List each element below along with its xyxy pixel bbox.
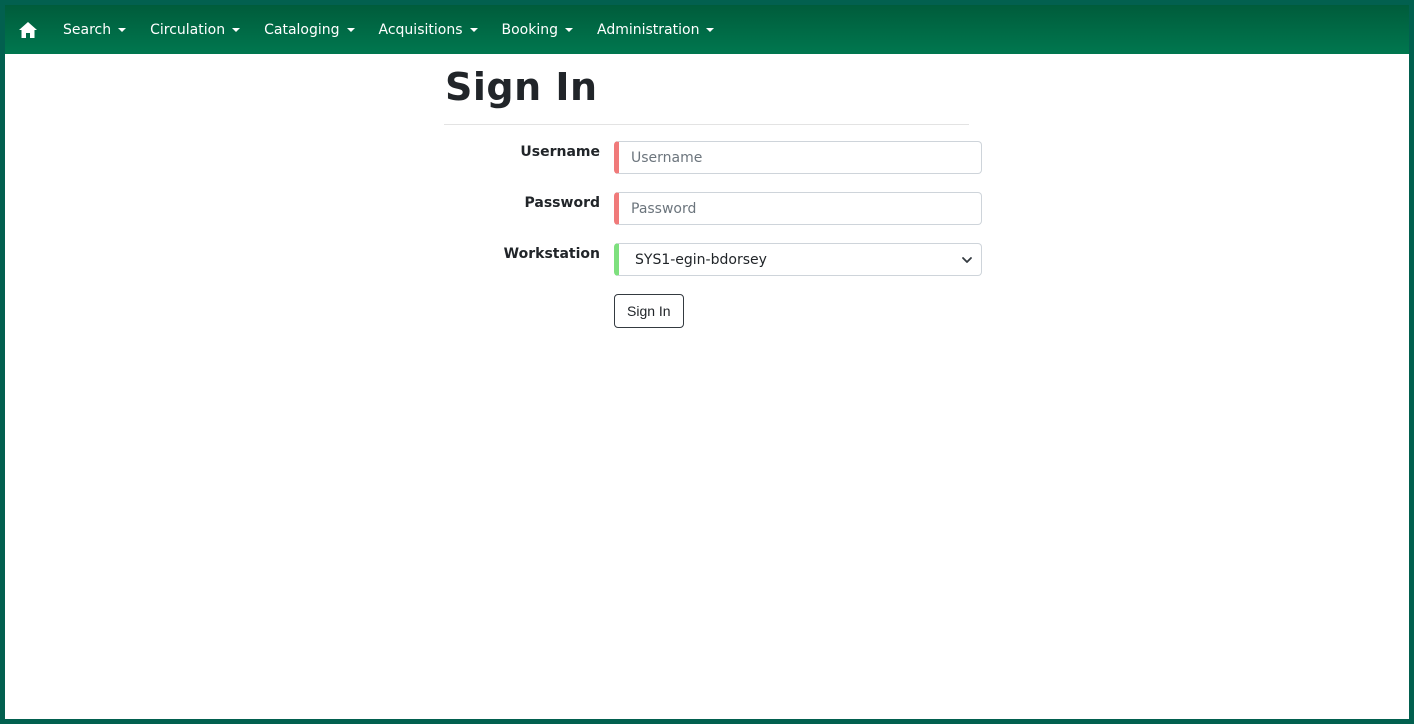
app-frame: Search Circulation Cataloging Acquisitio… xyxy=(5,5,1409,719)
password-label: Password xyxy=(524,195,600,211)
top-navbar: Search Circulation Cataloging Acquisitio… xyxy=(5,5,1409,54)
home-button[interactable] xyxy=(5,5,51,54)
page-title: Sign In xyxy=(445,65,598,109)
username-label: Username xyxy=(520,144,600,160)
sign-in-panel: Sign In Username Password Workstation SY… xyxy=(444,54,985,345)
nav-menu-label: Booking xyxy=(501,21,559,38)
nav-menu-booking[interactable]: Booking xyxy=(490,5,586,54)
nav-menu-label: Search xyxy=(63,21,112,38)
nav-menu-label: Circulation xyxy=(150,21,226,38)
caret-down-icon xyxy=(469,27,478,32)
nav-menu-search[interactable]: Search xyxy=(51,5,138,54)
workstation-select[interactable]: SYS1-egin-bdorsey xyxy=(614,243,982,276)
caret-down-icon xyxy=(346,27,355,32)
submit-row: Sign In xyxy=(444,294,985,345)
caret-down-icon xyxy=(232,27,241,32)
nav-menu-label: Cataloging xyxy=(264,21,340,38)
workstation-label: Workstation xyxy=(503,246,600,262)
home-icon xyxy=(19,21,37,38)
caret-down-icon xyxy=(565,27,573,32)
nav-menu-administration[interactable]: Administration xyxy=(585,5,726,54)
username-field-wrapper xyxy=(614,141,982,174)
password-input[interactable] xyxy=(631,200,981,217)
username-row: Username xyxy=(444,141,985,192)
nav-menu-cataloging[interactable]: Cataloging xyxy=(252,5,366,54)
caret-down-icon xyxy=(118,27,127,32)
nav-menu-circulation[interactable]: Circulation xyxy=(138,5,252,54)
sign-in-button[interactable]: Sign In xyxy=(614,294,684,328)
chevron-down-icon xyxy=(962,256,972,263)
password-field-wrapper xyxy=(614,192,982,225)
workstation-row: Workstation SYS1-egin-bdorsey xyxy=(444,243,985,294)
caret-down-icon xyxy=(706,27,715,32)
username-input[interactable] xyxy=(631,149,981,166)
nav-menu-label: Acquisitions xyxy=(378,21,463,38)
nav-menu-label: Administration xyxy=(597,21,700,38)
password-row: Password xyxy=(444,192,985,243)
workstation-selected-value: SYS1-egin-bdorsey xyxy=(635,251,767,268)
nav-menu-acquisitions[interactable]: Acquisitions xyxy=(367,5,490,54)
